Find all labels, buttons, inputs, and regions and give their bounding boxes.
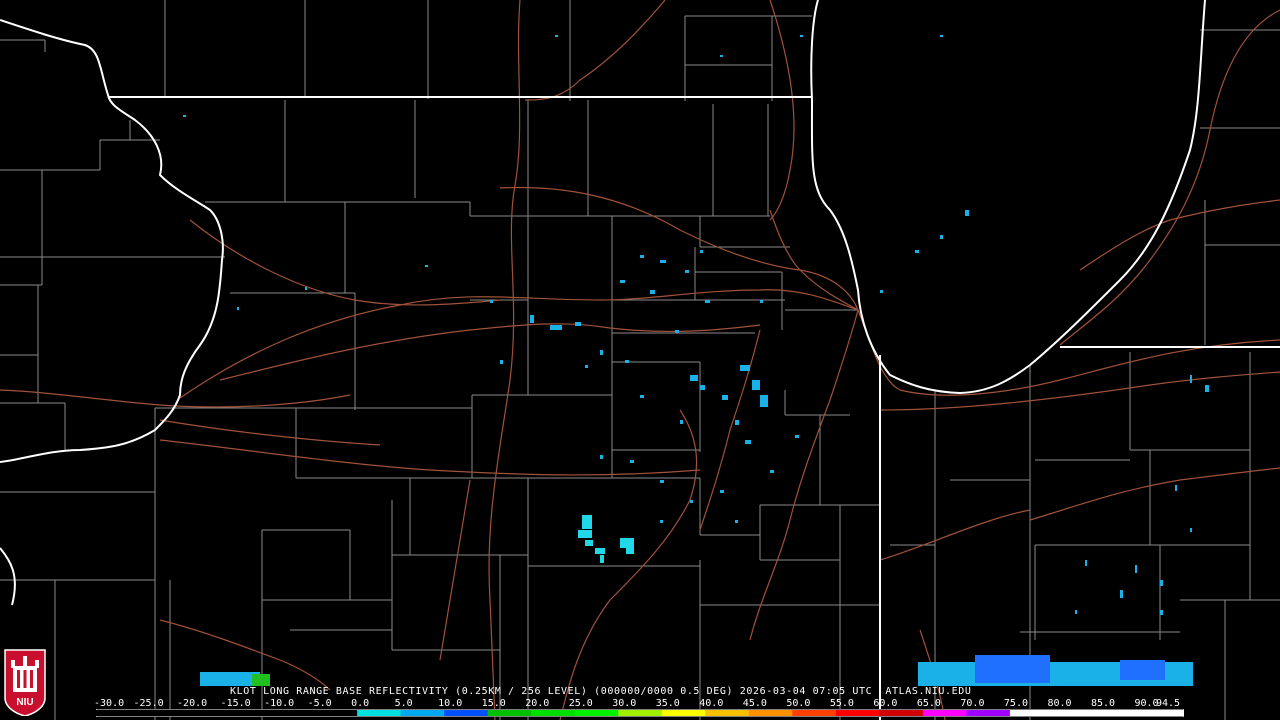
- map-background: [0, 0, 1280, 720]
- colorbar-segment: [1096, 710, 1141, 716]
- scale-label: 15.0: [481, 698, 506, 709]
- colorbar-segment: [748, 710, 793, 716]
- colorbar-segment: [139, 710, 184, 716]
- scale-label: 55.0: [829, 698, 854, 709]
- scale-label: -5.0: [307, 698, 332, 709]
- colorbar-segment: [1009, 710, 1054, 716]
- radar-map: [0, 0, 1280, 720]
- echo-band-southwest: [200, 672, 270, 686]
- colorbar-segment: [922, 710, 967, 716]
- colorbar-segment: [96, 710, 141, 716]
- scale-label: 25.0: [568, 698, 593, 709]
- scale-label: -25.0: [133, 698, 164, 709]
- scale-label: -15.0: [220, 698, 251, 709]
- scale-label: 30.0: [612, 698, 637, 709]
- scale-label: 65.0: [916, 698, 941, 709]
- colorbar-segment: [531, 710, 576, 716]
- colorbar-segment: [574, 710, 619, 716]
- colorbar-segment: [357, 710, 402, 716]
- reflectivity-colorbar: [96, 709, 1184, 717]
- colorbar-segment: [400, 710, 445, 716]
- scale-label: 75.0: [1003, 698, 1028, 709]
- scale-label: 60.0: [873, 698, 898, 709]
- scale-label: -20.0: [177, 698, 208, 709]
- scale-label: 45.0: [742, 698, 767, 709]
- scale-label: -30.0: [94, 698, 125, 709]
- scale-label: 94.5: [1156, 698, 1181, 709]
- colorbar-segment: [792, 710, 837, 716]
- scale-label: 0.0: [351, 698, 370, 709]
- scale-label: 20.0: [525, 698, 550, 709]
- colorbar-segment: [444, 710, 489, 716]
- colorbar-segment: [270, 710, 315, 716]
- product-caption: KLOT LONG RANGE BASE REFLECTIVITY (0.25K…: [230, 686, 972, 697]
- colorbar-segment: [226, 710, 271, 716]
- colorbar-segment: [313, 710, 358, 716]
- scale-label: 80.0: [1047, 698, 1072, 709]
- scale-label: 85.0: [1090, 698, 1116, 709]
- scale-label: 40.0: [699, 698, 724, 709]
- colorbar-segment: [1140, 710, 1184, 716]
- colorbar-segment: [835, 710, 880, 716]
- colorbar-segment: [183, 710, 228, 716]
- niu-logo: NIU: [4, 649, 46, 716]
- scale-label: 70.0: [960, 698, 985, 709]
- scale-label: 90.0: [1134, 698, 1159, 709]
- scale-label: -10.0: [264, 698, 295, 709]
- colorbar-segment: [618, 710, 663, 716]
- scale-label: 5.0: [394, 698, 413, 709]
- reflectivity-scale-labels: -30.0 -25.0 -20.0 -15.0 -10.0 -5.0 0.0 5.0 10.0 1…: [94, 698, 1196, 709]
- scale-label: 10.0: [438, 698, 463, 709]
- logo-tower-windows: [17, 670, 33, 688]
- colorbar-segment: [1053, 710, 1098, 716]
- scale-label: 50.0: [786, 698, 811, 709]
- colorbar-segment: [661, 710, 706, 716]
- logo-text: NIU: [16, 697, 33, 708]
- colorbar-segment: [966, 710, 1011, 716]
- colorbar-segment: [879, 710, 924, 716]
- scale-label: 35.0: [655, 698, 680, 709]
- colorbar-segment: [705, 710, 750, 716]
- colorbar-segment: [487, 710, 532, 716]
